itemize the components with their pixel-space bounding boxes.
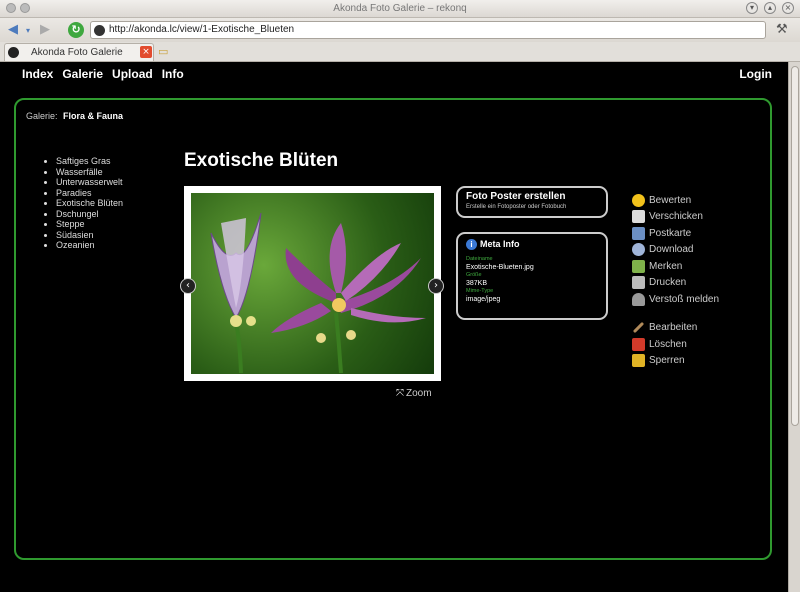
meta-fields: Dateiname Exotische-Blueten.jpg Größe 38… <box>466 256 534 304</box>
meta-label: Mime-Type <box>466 288 494 294</box>
maximize-button[interactable]: ▴ <box>764 2 776 14</box>
web-page: Index Galerie Upload Info Login Galerie:… <box>0 62 788 592</box>
category-item[interactable]: Ozeanien <box>56 240 123 251</box>
printer-icon <box>632 276 645 290</box>
wrench-icon[interactable]: ⚒ <box>776 22 788 37</box>
main-nav: Index Galerie Upload Info <box>22 67 184 81</box>
photo-actions: Bewerten Verschicken Postkarte Download … <box>632 192 719 369</box>
breadcrumb-label: Galerie: <box>26 111 58 121</box>
nav-galerie[interactable]: Galerie <box>62 67 103 81</box>
action-merken[interactable]: Merken <box>632 258 719 275</box>
vertical-scrollbar[interactable] <box>788 62 800 592</box>
tab-bar: Akonda Foto Galerie <box>0 42 800 62</box>
category-item[interactable]: Paradies <box>56 188 123 199</box>
breadcrumb-current[interactable]: Flora & Fauna <box>63 111 123 121</box>
category-item[interactable]: Steppe <box>56 219 123 230</box>
poster-box[interactable]: Foto Poster erstellen Erstelle ein Fotop… <box>456 186 608 218</box>
zoom-label: Zoom <box>406 388 432 399</box>
action-download[interactable]: Download <box>632 242 719 259</box>
action-postkarte[interactable]: Postkarte <box>632 225 719 242</box>
category-item[interactable]: Dschungel <box>56 209 123 220</box>
postcard-icon <box>632 226 645 240</box>
tab-akonda[interactable]: Akonda Foto Galerie <box>4 43 154 61</box>
site-icon <box>94 25 105 36</box>
category-item[interactable]: Wasserfälle <box>56 167 123 178</box>
scrollbar-thumb[interactable] <box>791 66 799 426</box>
forward-arrow-icon[interactable]: ▶ <box>40 22 50 37</box>
new-tab-icon[interactable]: ▭ <box>158 45 168 58</box>
browser-toolbar: ◀ ▾ ▶ ↻ http://akonda.lc/view/1-Exotisch… <box>0 18 800 42</box>
tab-close-button[interactable]: × <box>140 46 152 58</box>
prev-photo-button[interactable]: ‹ <box>180 278 196 294</box>
nav-index[interactable]: Index <box>22 67 53 81</box>
next-photo-button[interactable]: › <box>428 278 444 294</box>
download-icon <box>632 243 645 257</box>
photo-frame[interactable] <box>184 186 441 381</box>
window-titlebar: Akonda Foto Galerie – rekonq ▾ ▴ × <box>0 0 800 18</box>
category-list: Saftiges Gras Wasserfälle Unterwasserwel… <box>44 156 123 251</box>
meta-heading: i Meta Info <box>466 239 520 250</box>
minimize-button[interactable]: ▾ <box>746 2 758 14</box>
zoom-icon: ⤧ <box>396 388 404 399</box>
reload-icon[interactable]: ↻ <box>68 22 84 38</box>
nav-info[interactable]: Info <box>162 67 184 81</box>
meta-value: Exotische-Blueten.jpg <box>466 264 534 271</box>
action-verstoss-melden[interactable]: Verstoß melden <box>632 291 719 308</box>
category-item[interactable]: Saftiges Gras <box>56 156 123 167</box>
action-bewerten[interactable]: Bewerten <box>632 192 719 209</box>
category-item[interactable]: Südasien <box>56 230 123 241</box>
login-link[interactable]: Login <box>739 67 772 81</box>
delete-icon <box>632 337 645 351</box>
tab-label: Akonda Foto Galerie <box>31 47 123 58</box>
back-history-icon[interactable]: ▾ <box>26 26 30 35</box>
close-button[interactable]: × <box>782 2 794 14</box>
window-title: Akonda Foto Galerie – rekonq <box>333 3 467 14</box>
action-loeschen[interactable]: Löschen <box>632 336 719 353</box>
zoom-link[interactable]: ⤧ Zoom <box>396 388 432 399</box>
action-drucken[interactable]: Drucken <box>632 275 719 292</box>
tab-favicon <box>8 47 19 58</box>
edit-icon <box>632 322 645 334</box>
url-bar[interactable]: http://akonda.lc/view/1-Exotische_Bluete… <box>90 21 766 39</box>
poster-title: Foto Poster erstellen <box>466 191 566 202</box>
meta-info-box: i Meta Info Dateiname Exotische-Blueten.j… <box>456 232 608 320</box>
category-item[interactable]: Exotische Blüten <box>56 198 123 209</box>
meta-label: Größe <box>466 272 482 278</box>
flower-illustration <box>210 212 426 374</box>
flower-photo <box>191 193 434 374</box>
url-text[interactable]: http://akonda.lc/view/1-Exotische_Bluete… <box>109 24 294 35</box>
star-icon <box>632 193 645 207</box>
info-icon: i <box>466 239 477 250</box>
mail-icon <box>632 210 645 224</box>
breadcrumb: Galerie: Flora & Fauna <box>26 111 123 121</box>
lock-icon <box>632 354 645 368</box>
bookmark-icon <box>632 259 645 273</box>
photo-title: Exotische Blüten <box>184 150 339 171</box>
back-arrow-icon[interactable]: ◀ <box>8 22 18 37</box>
action-sperren[interactable]: Sperren <box>632 353 719 370</box>
action-bearbeiten[interactable]: Bearbeiten <box>632 320 719 337</box>
report-icon <box>632 292 645 306</box>
nav-upload[interactable]: Upload <box>112 67 153 81</box>
content-frame: Galerie: Flora & Fauna Saftiges Gras Was… <box>14 98 772 560</box>
meta-label: Dateiname <box>466 256 493 262</box>
meta-value: 387KB <box>466 280 488 287</box>
meta-value: image/jpeg <box>466 296 501 303</box>
action-verschicken[interactable]: Verschicken <box>632 209 719 226</box>
poster-subtitle: Erstelle ein Fotoposter oder Fotobuch <box>466 204 567 210</box>
category-item[interactable]: Unterwasserwelt <box>56 177 123 188</box>
